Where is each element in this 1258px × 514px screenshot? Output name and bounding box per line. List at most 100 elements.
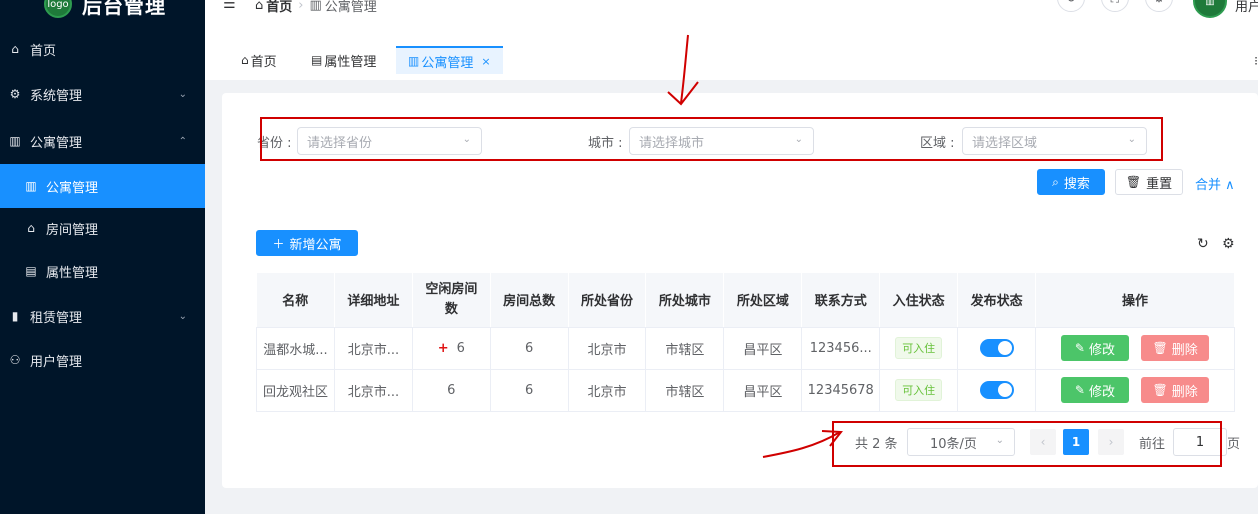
sidebar-item-lease[interactable]: ▮ 租赁管理 ⌄	[0, 294, 205, 338]
sidebar-item-label: 公寓管理	[46, 180, 99, 196]
page-size-select[interactable]: 10条/页 ⌄	[907, 428, 1015, 456]
breadcrumb-separator: ›	[298, 0, 304, 13]
refresh-icon: ↻	[1066, 0, 1076, 5]
gear-icon[interactable]: ⚙	[1222, 236, 1235, 252]
chevron-down-icon: ⌄	[1127, 134, 1136, 145]
table-header-row: 名称 详细地址 空闲房间数 房间总数 所处省份 所处城市 所处区域 联系方式 入…	[256, 273, 1235, 328]
sidebar-item-label: 租赁管理	[30, 310, 83, 326]
province-select[interactable]: 请选择省份 ⌄	[297, 127, 482, 155]
sidebar-item-label: 首页	[30, 43, 57, 59]
clipboard-icon: ▤	[311, 53, 323, 67]
fullscreen-button[interactable]: ⛶	[1101, 0, 1129, 12]
goto-label: 前往	[1139, 437, 1166, 452]
sidebar-subitem-room[interactable]: ⌂ 房间管理	[0, 206, 205, 250]
page-number-button[interactable]: 1	[1063, 429, 1089, 455]
col-actions: 操作	[1035, 273, 1235, 328]
sidebar-item-label: 房间管理	[46, 222, 99, 238]
next-page-button[interactable]: ›	[1098, 429, 1124, 455]
cell-province: 北京市	[568, 369, 647, 412]
col-name: 名称	[256, 273, 335, 328]
goto-page-input[interactable]: 1	[1173, 428, 1227, 456]
sidebar-item-user[interactable]: ⚇ 用户管理	[0, 338, 205, 382]
building-icon: ▥	[309, 0, 322, 13]
pagination-total: 共 2 条	[855, 437, 898, 452]
search-form: 省份 : 请选择省份 ⌄ 城市 : 请选择城市 ⌄ 区域 : 请选择区域 ⌄	[222, 127, 1258, 155]
sidebar-subitem-apartment[interactable]: ▥ 公寓管理	[0, 164, 205, 208]
col-total-rooms: 房间总数	[490, 273, 569, 328]
sidebar-item-apartment[interactable]: ▥ 公寓管理 ⌃	[0, 119, 205, 163]
search-button-label: 搜索	[1063, 176, 1090, 192]
cell-name: 温都水城...	[256, 327, 335, 370]
edit-button[interactable]: ✎ 修改	[1060, 335, 1129, 361]
cell-checkin: 可入住	[879, 369, 959, 412]
add-apartment-button[interactable]: ＋ 新增公寓	[256, 230, 358, 256]
cell-phone: 12345678	[801, 369, 881, 412]
edit-icon: ✎	[1074, 383, 1085, 397]
edit-icon: ✎	[1074, 341, 1085, 355]
sidebar-item-home[interactable]: ⌂ 首页	[0, 27, 205, 71]
reset-button-label: 重置	[1146, 176, 1173, 192]
sidebar-item-label: 系统管理	[30, 88, 83, 104]
trash-icon: 🗑	[1152, 383, 1168, 397]
chevron-down-icon: ⌄	[178, 88, 187, 100]
add-apartment-label: 新增公寓	[289, 237, 342, 253]
reset-button[interactable]: 🗑 重置	[1115, 169, 1183, 195]
delete-button[interactable]: 🗑 删除	[1141, 377, 1210, 403]
tab-attribute[interactable]: ▤ 属性管理	[299, 46, 388, 74]
col-phone: 联系方式	[801, 273, 881, 328]
chevron-down-icon: ⌄	[462, 134, 471, 145]
tab-label: 首页	[250, 54, 277, 70]
building-icon: ▥	[408, 54, 420, 68]
close-icon[interactable]: ×	[481, 55, 490, 68]
cell-province: 北京市	[568, 327, 647, 370]
gear-icon: ⚙	[1154, 0, 1165, 5]
chevron-down-icon: ⌄	[995, 435, 1004, 446]
sidebar-subitem-attribute[interactable]: ▤ 属性管理	[0, 249, 205, 293]
settings-button[interactable]: ⚙	[1145, 0, 1173, 12]
sidebar-item-label: 属性管理	[46, 265, 99, 281]
house-icon: ⌂	[27, 221, 35, 235]
plus-icon: ＋	[272, 236, 285, 251]
prev-page-button[interactable]: ‹	[1030, 429, 1056, 455]
cell-address: 北京市...	[334, 327, 413, 370]
refresh-icon[interactable]: ↻	[1197, 236, 1209, 252]
edit-button[interactable]: ✎ 修改	[1060, 377, 1129, 403]
status-badge: 可入住	[895, 379, 943, 401]
building-icon: ▥	[9, 134, 21, 148]
district-select[interactable]: 请选择区域 ⌄	[962, 127, 1147, 155]
chevron-down-icon: ⌄	[178, 310, 187, 322]
col-address: 详细地址	[334, 273, 413, 328]
table-row: 温都水城... 北京市... +6 6 北京市 市辖区 昌平区 123456..…	[256, 327, 1235, 370]
home-icon: ⌂	[255, 0, 264, 13]
home-icon: ⌂	[11, 42, 19, 56]
district-label: 区域 :	[920, 136, 955, 151]
city-placeholder: 请选择城市	[639, 135, 705, 151]
sidebar-item-system[interactable]: ⚙ 系统管理 ⌄	[0, 72, 205, 116]
delete-button[interactable]: 🗑 删除	[1141, 335, 1210, 361]
search-button[interactable]: ⌕ 搜索	[1037, 169, 1105, 195]
publish-toggle[interactable]	[979, 339, 1014, 357]
col-city: 所处城市	[645, 273, 725, 328]
city-label: 城市 :	[588, 136, 623, 151]
sidebar: logo 后台管理 ⌂ 首页 ⚙ 系统管理 ⌄ ▥ 公寓管理 ⌃ ▥ 公寓管理 …	[0, 0, 205, 514]
city-select[interactable]: 请选择城市 ⌄	[629, 127, 814, 155]
tab-label: 公寓管理	[421, 55, 474, 71]
building-icon: ▥	[25, 179, 37, 193]
page-size-value: 10条/页	[930, 436, 977, 452]
tab-apartment[interactable]: ▥ 公寓管理 ×	[396, 46, 503, 74]
sidebar-item-label: 用户管理	[30, 354, 83, 370]
hamburger-icon[interactable]: ☰	[223, 0, 236, 12]
tab-home[interactable]: ⌂ 首页	[229, 46, 289, 74]
breadcrumb-home[interactable]: 首页	[266, 0, 292, 15]
apartment-table: 名称 详细地址 空闲房间数 房间总数 所处省份 所处城市 所处区域 联系方式 入…	[256, 273, 1235, 412]
collapse-link[interactable]: 合并 ∧	[1195, 174, 1235, 193]
publish-toggle[interactable]	[979, 381, 1014, 399]
refresh-button[interactable]: ↻	[1057, 0, 1085, 12]
cell-address: 北京市...	[334, 369, 413, 412]
col-checkin-status: 入住状态	[879, 273, 959, 328]
avatar[interactable]: ▥	[1193, 0, 1227, 18]
col-province: 所处省份	[568, 273, 647, 328]
more-icon[interactable]: ⁝	[1254, 54, 1258, 68]
user-name[interactable]: 用户	[1235, 0, 1258, 15]
home-icon: ⌂	[241, 53, 249, 67]
